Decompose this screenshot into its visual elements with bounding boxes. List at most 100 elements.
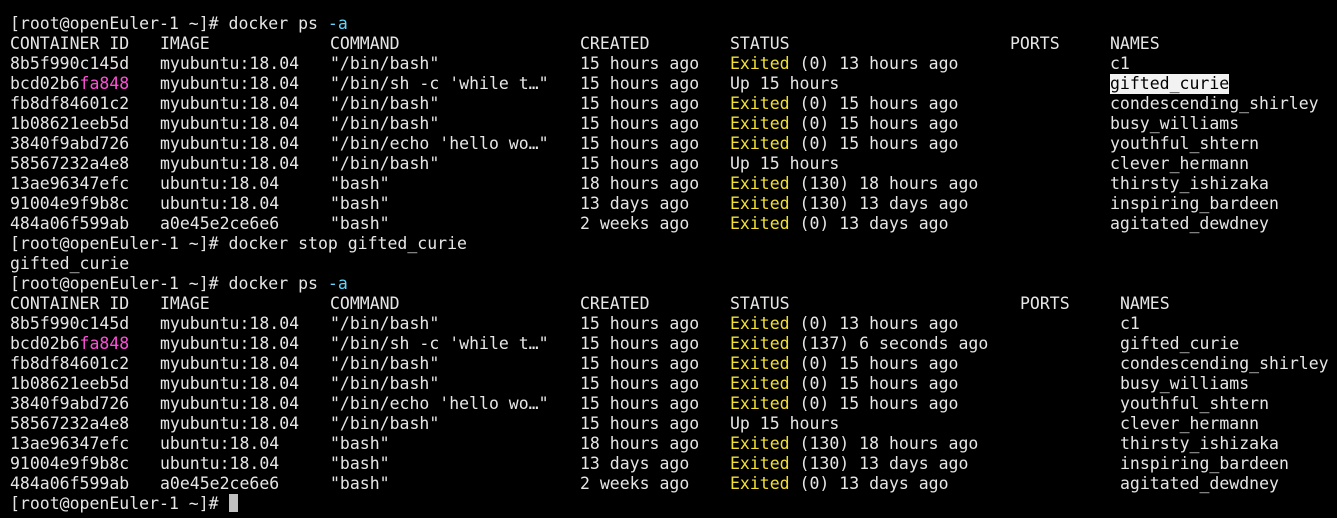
status-exited-word: Exited [730, 214, 790, 233]
image: ubuntu:18.04 [160, 194, 280, 213]
status-detail: (0) 15 hours ago [789, 374, 959, 393]
image: myubuntu:18.04 [160, 374, 300, 393]
status: Up 15 hours [730, 74, 839, 94]
header-status: STATUS [730, 34, 790, 53]
header-created: CREATED [580, 34, 650, 53]
status-detail: (0) 15 hours ago [789, 114, 959, 133]
status-exited-word: Exited [730, 114, 790, 133]
status-exited-word: Exited [730, 474, 790, 493]
container-id: 8b5f990c145d [10, 54, 129, 74]
status-exited-word: Exited [730, 94, 790, 113]
container-name: thirsty_ishizaka [1120, 434, 1279, 453]
prompt: [root@openEuler-1 ~]# [10, 234, 229, 253]
status-exited-word: Exited [730, 194, 790, 213]
status-detail: (0) 13 days ago [789, 214, 949, 233]
container-id: fb8df84601c2 [10, 94, 129, 114]
container-name: youthful_shtern [1110, 134, 1260, 153]
status-detail: Up 15 hours [730, 414, 840, 433]
container-name: condescending_shirley [1110, 94, 1319, 113]
prompt-line-3: [root@openEuler-1 ~]# docker ps -a [10, 274, 1337, 294]
table-row: 484a06f599ab a0e45e2ce6e6 "bash" 2 weeks ag… [10, 214, 1337, 234]
prompt: [root@openEuler-1 ~]# [10, 14, 229, 33]
created: 2 weeks ago [580, 474, 690, 493]
created: 18 hours ago [580, 174, 700, 193]
header-image: IMAGE [160, 294, 210, 313]
table-row: 8b5f990c145d myubuntu:18.04 "/bin/bash" 15 … [10, 54, 1337, 74]
command: "/bin/bash" [330, 354, 440, 373]
terminal-window[interactable]: [root@openEuler-1 ~]# docker ps -a CONTA… [0, 0, 1337, 518]
container-id: 8b5f990c145d [10, 314, 129, 334]
container-name: c1 [1110, 54, 1130, 73]
output-text: gifted_curie [10, 254, 130, 273]
container-name: inspiring_bardeen [1120, 454, 1289, 473]
table-row: 58567232a4e8 myubuntu:18.04 "/bin/bash" 15 … [10, 154, 1337, 174]
container-name: busy_williams [1110, 114, 1240, 133]
command: "bash" [330, 474, 390, 493]
status-detail: (130) 18 hours ago [789, 174, 979, 193]
container-name: clever_hermann [1110, 154, 1250, 173]
container-id-text: 3840f9abd726 [10, 134, 130, 153]
image: myubuntu:18.04 [160, 154, 300, 173]
table-row: 91004e9f9b8c ubuntu:18.04 "bash" 13 days ag… [10, 194, 1337, 214]
command: "/bin/bash" [330, 154, 440, 173]
status: Up 15 hours [730, 154, 839, 174]
container-id-highlight: fa848 [79, 334, 130, 353]
command: "/bin/bash" [330, 314, 440, 333]
created: 2 weeks ago [580, 214, 690, 233]
header-ports: PORTS [1020, 294, 1070, 313]
status-detail: Up 15 hours [730, 74, 840, 93]
status-detail: (130) 13 days ago [789, 454, 969, 473]
header-container-id: CONTAINER ID [10, 34, 130, 53]
container-id-text: fb8df84601c2 [10, 354, 130, 373]
status: Exited (0) 13 days ago [730, 214, 949, 234]
status-exited-word: Exited [730, 314, 790, 333]
status: Exited (0) 15 hours ago [730, 94, 959, 114]
image: myubuntu:18.04 [160, 134, 300, 153]
container-id: bcd02b6fa848 [10, 74, 129, 94]
created: 15 hours ago [580, 154, 700, 173]
created: 15 hours ago [580, 394, 700, 413]
container-id: 13ae96347efc [10, 434, 129, 454]
status-detail: (130) 18 hours ago [789, 434, 979, 453]
image: myubuntu:18.04 [160, 414, 300, 433]
image: myubuntu:18.04 [160, 114, 300, 133]
table-row: bcd02b6fa848 myubuntu:18.04 "/bin/sh -c 'w… [10, 334, 1337, 354]
command: "/bin/sh -c 'while t…" [330, 74, 549, 93]
command: "/bin/echo 'hello wo…" [330, 134, 549, 153]
command-flag: -a [327, 14, 348, 33]
status: Exited (0) 15 hours ago [730, 354, 959, 374]
status-detail: (0) 13 hours ago [789, 314, 959, 333]
created: 15 hours ago [580, 314, 700, 333]
status: Exited (130) 13 days ago [730, 194, 968, 214]
status: Exited (137) 6 seconds ago [730, 334, 988, 354]
status-exited-word: Exited [730, 334, 790, 353]
status-exited-word: Exited [730, 374, 790, 393]
status: Exited (130) 13 days ago [730, 454, 968, 474]
container-id-text: 91004e9f9b8c [10, 454, 130, 473]
command: "bash" [330, 214, 390, 233]
table-row: fb8df84601c2 myubuntu:18.04 "/bin/bash" 15 … [10, 94, 1337, 114]
created: 15 hours ago [580, 414, 700, 433]
container-name: gifted_curie [1120, 334, 1240, 353]
container-id-text: bcd02b6 [10, 74, 80, 93]
container-id: bcd02b6fa848 [10, 334, 129, 354]
created: 15 hours ago [580, 74, 700, 93]
status-detail: (137) 6 seconds ago [789, 334, 989, 353]
command: "/bin/echo 'hello wo…" [330, 394, 549, 413]
prompt: [root@openEuler-1 ~]# [10, 494, 229, 513]
command: "bash" [330, 174, 390, 193]
cursor [228, 494, 238, 512]
image: myubuntu:18.04 [160, 334, 300, 353]
created: 13 days ago [580, 194, 690, 213]
status: Exited (0) 13 hours ago [730, 54, 959, 74]
created: 15 hours ago [580, 354, 700, 373]
container-id: 1b08621eeb5d [10, 114, 129, 134]
container-id-text: 58567232a4e8 [10, 414, 130, 433]
status-detail: (0) 15 hours ago [789, 94, 959, 113]
container-name: c1 [1120, 314, 1140, 333]
status: Exited (0) 15 hours ago [730, 114, 959, 134]
prompt-line-4[interactable]: [root@openEuler-1 ~]# [10, 494, 1337, 514]
container-id-text: 1b08621eeb5d [10, 374, 130, 393]
command-text: docker ps [228, 274, 328, 293]
status-exited-word: Exited [730, 454, 790, 473]
